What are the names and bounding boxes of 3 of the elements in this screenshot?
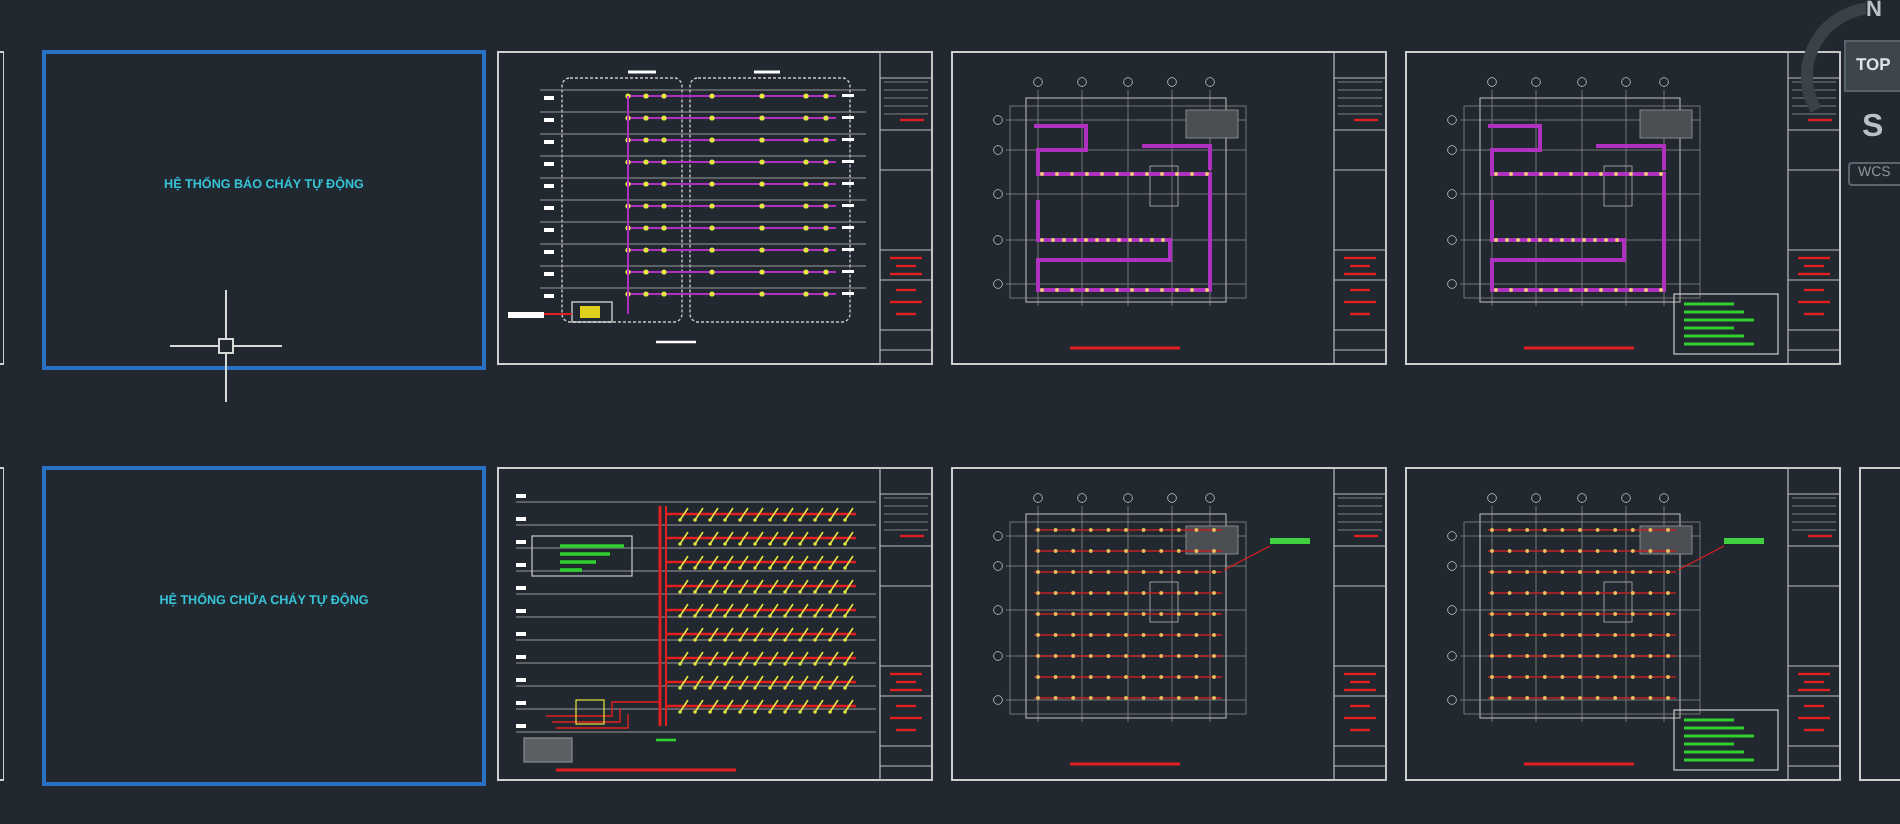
compass-north-label: N xyxy=(1866,0,1882,22)
crosshair-cursor-icon xyxy=(170,290,282,402)
view-cube-top-face[interactable]: TOP xyxy=(1844,40,1900,92)
